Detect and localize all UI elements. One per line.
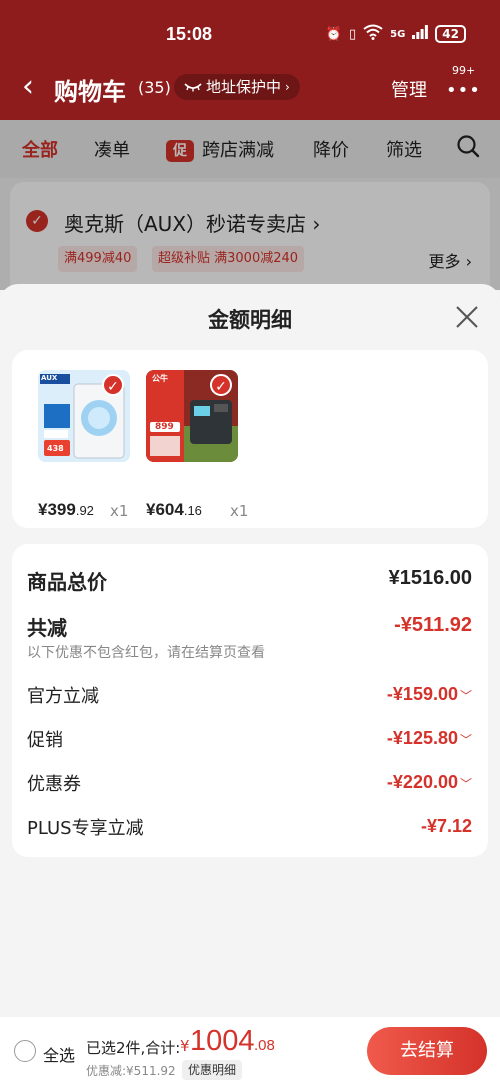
checkout-bar: 全选 已选2件,合计: ¥ 1004 .08 优惠减:¥511.92 优惠明细 … xyxy=(0,1017,500,1085)
product-thumbnail: AUX 438 ✓ xyxy=(38,370,130,462)
wifi-icon xyxy=(363,24,383,44)
coupon-label: 优惠券 xyxy=(27,774,81,795)
official-discount-value[interactable]: -¥159.00 ﹀ xyxy=(387,684,472,705)
status-time: 15:08 xyxy=(166,24,213,44)
back-icon[interactable]: ‹ xyxy=(22,72,34,102)
total-reduction-label: 共减 xyxy=(27,616,67,640)
selected-products-card: AUX 438 ✓ ¥399.92 x1 公牛 899 ✓ ¥604.16 x1 xyxy=(12,350,488,528)
product-checked-icon: ✓ xyxy=(210,374,232,396)
product-price: ¥604.16 xyxy=(146,500,202,519)
total-amount-decimal: .08 xyxy=(254,1037,275,1054)
chevron-down-icon: ﹀ xyxy=(459,733,472,747)
amount-detail-sheet: 金额明细 AUX 438 ✓ ¥399.92 x1 公牛 899 ✓ ¥604.… xyxy=(0,284,500,1017)
total-price-label: 商品总价 xyxy=(27,570,107,594)
battery-icon: 42 xyxy=(435,25,466,43)
plus-discount-label: PLUS专享立减 xyxy=(27,818,144,839)
status-icons: ⏰ ▯ 5G 42 xyxy=(326,24,466,44)
promotion-label: 促销 xyxy=(27,730,63,751)
modal-overlay[interactable] xyxy=(0,120,500,290)
price-detail-card: 商品总价 ¥1516.00 共减 -¥511.92 以下优惠不包含红包，请在结算… xyxy=(12,544,488,857)
chevron-down-icon: ﹀ xyxy=(459,689,472,703)
close-icon[interactable] xyxy=(454,304,480,330)
product-quantity: x1 xyxy=(110,502,129,520)
thumbnail-brand-text: 公牛 xyxy=(152,374,168,383)
signal-icon xyxy=(412,25,429,43)
chevron-down-icon: ﹀ xyxy=(459,777,472,791)
reduction-note: 以下优惠不包含红包，请在结算页查看 xyxy=(27,645,265,661)
address-protection-pill[interactable]: 地址保护中 › xyxy=(174,74,300,100)
selected-summary: 已选2件,合计: xyxy=(86,1039,181,1057)
thumbnail-brand-text: AUX xyxy=(41,374,58,382)
more-badge: 99+ xyxy=(452,64,476,77)
header: 15:08 ⏰ ▯ 5G 42 ‹ 购物车 (35) 地址保护中 › 管理 99… xyxy=(0,0,500,120)
product-quantity: x1 xyxy=(230,502,249,520)
product-thumbnail: 公牛 899 ✓ xyxy=(146,370,238,462)
thumbnail-price-text: 899 xyxy=(155,422,174,432)
sheet-title: 金额明细 xyxy=(208,308,292,332)
discount-detail-button[interactable]: 优惠明细 xyxy=(182,1060,243,1080)
total-amount-integer: 1004 xyxy=(190,1025,255,1057)
address-protection-label: 地址保护中 xyxy=(206,78,282,96)
select-all-label[interactable]: 全选 xyxy=(43,1042,75,1066)
coupon-value[interactable]: -¥220.00 ﹀ xyxy=(387,772,472,793)
thumbnail-price-text: 438 xyxy=(47,444,64,453)
vibrate-icon: ▯ xyxy=(348,26,357,42)
page-title: 购物车 xyxy=(54,78,126,106)
total-price-value: ¥1516.00 xyxy=(388,567,472,589)
nav-bar: ‹ 购物车 (35) 地址保护中 › 管理 99+ ••• xyxy=(0,64,500,110)
chevron-right-icon: › xyxy=(285,80,290,94)
status-bar: 15:08 ⏰ ▯ 5G 42 xyxy=(0,0,500,66)
total-reduction-value: -¥511.92 xyxy=(394,614,472,636)
total-currency: ¥ xyxy=(180,1037,190,1055)
network-label: 5G xyxy=(390,28,406,40)
eye-icon xyxy=(184,74,202,100)
official-discount-label: 官方立减 xyxy=(27,686,99,707)
promotion-value[interactable]: -¥125.80 ﹀ xyxy=(387,728,472,749)
alarm-icon: ⏰ xyxy=(325,26,342,42)
cart-count: (35) xyxy=(138,78,171,97)
plus-discount-value: -¥7.12 xyxy=(420,816,472,836)
manage-button[interactable]: 管理 xyxy=(391,76,427,102)
checkout-button[interactable]: 去结算 xyxy=(367,1027,487,1075)
discount-summary: 优惠减:¥511.92 xyxy=(86,1064,176,1078)
product-price: ¥399.92 xyxy=(38,500,94,519)
select-all-radio[interactable] xyxy=(14,1040,36,1062)
product-checked-icon: ✓ xyxy=(102,374,124,396)
more-icon[interactable]: ••• xyxy=(446,80,481,101)
